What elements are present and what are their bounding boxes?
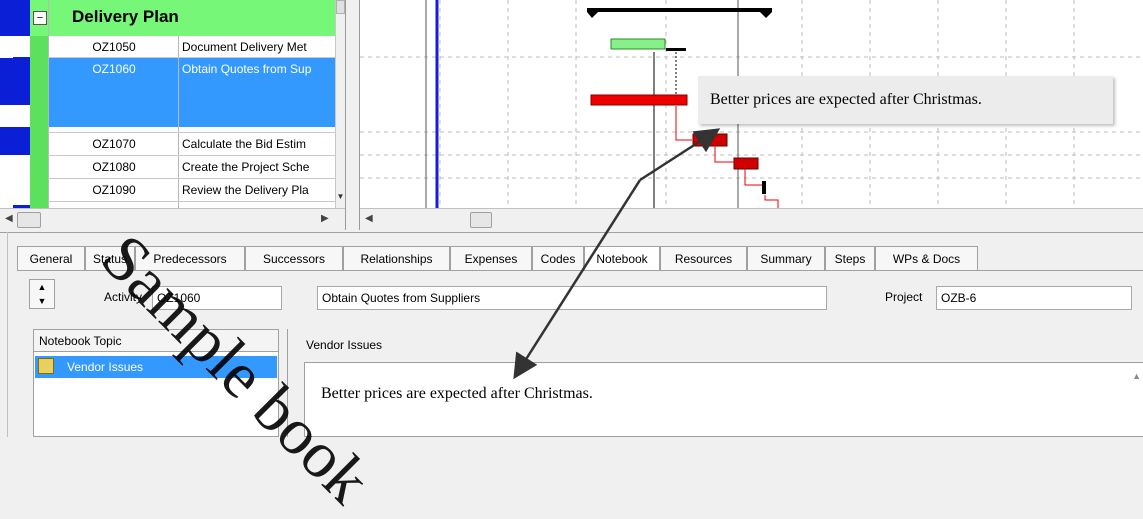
tab-steps[interactable]: Steps: [825, 246, 875, 270]
callout-note: Better prices are expected after Christm…: [698, 76, 1113, 124]
table-row[interactable]: OZ1070 Calculate the Bid Estim: [0, 133, 345, 155]
tab-codes[interactable]: Codes: [532, 246, 584, 270]
topic-label: Vendor Issues: [67, 360, 144, 374]
table-row[interactable]: OZ1090 Review the Delivery Pla: [0, 179, 345, 201]
spinner-down-icon[interactable]: ▼: [30, 294, 54, 308]
tab-general[interactable]: General: [17, 246, 85, 270]
vscroll-thumb[interactable]: [336, 0, 345, 14]
activity-table: − Delivery Plan OZ1050 Document Delivery…: [0, 0, 345, 208]
collapse-icon[interactable]: −: [33, 11, 47, 25]
milestone-oz1090: [762, 181, 766, 194]
project-label: Project: [885, 290, 923, 304]
activity-name-field[interactable]: Obtain Quotes from Suppliers: [317, 286, 827, 310]
table-row[interactable]: OZ1080 Create the Project Sche: [0, 156, 345, 178]
activity-id: OZ1060: [92, 62, 136, 76]
notebook-text: Better prices are expected after Christm…: [321, 385, 593, 402]
table-row-selected[interactable]: OZ1060 Obtain Quotes from Sup: [48, 58, 335, 127]
activity-spinner[interactable]: ▲ ▼: [29, 279, 55, 309]
scroll-left-icon[interactable]: ◀: [5, 213, 13, 224]
tab-relationships[interactable]: Relationships: [343, 246, 450, 270]
scroll-left-icon[interactable]: ◀: [365, 213, 373, 224]
notebook-topic-list[interactable]: Notebook Topic Vendor Issues: [33, 329, 279, 437]
activity-id: OZ1080: [92, 160, 136, 174]
tab-successors[interactable]: Successors: [245, 246, 343, 270]
scroll-up-icon[interactable]: ▲: [1132, 371, 1141, 381]
activity-label: Activity: [104, 290, 143, 304]
table-hscroll[interactable]: ◀ ▶: [0, 208, 345, 231]
activity-bar-oz1080: [733, 157, 759, 170]
notebook-content-pane: Vendor Issues Better prices are expected…: [287, 329, 1143, 437]
activity-bar-oz1060: [590, 94, 688, 106]
spinner-up-icon[interactable]: ▲: [30, 280, 54, 294]
table-row[interactable]: OZ1050 Document Delivery Met: [0, 36, 345, 58]
tab-resources[interactable]: Resources: [660, 246, 747, 270]
tab-status[interactable]: Status: [85, 246, 135, 270]
hscroll-thumb[interactable]: [470, 212, 492, 228]
scroll-down-icon[interactable]: ▼: [336, 192, 345, 206]
scroll-right-icon[interactable]: ▶: [321, 213, 329, 224]
activity-name: Obtain Quotes from Sup: [182, 62, 312, 76]
tab-wps-docs[interactable]: WPs & Docs: [875, 246, 978, 270]
activity-id-field[interactable]: OZ1060: [152, 286, 282, 310]
project-id-field[interactable]: OZB-6: [936, 286, 1132, 310]
tab-expenses[interactable]: Expenses: [450, 246, 532, 270]
gantt-hscroll[interactable]: ◀: [360, 208, 1143, 231]
activity-id: OZ1070: [92, 137, 136, 151]
pane-splitter[interactable]: [345, 0, 360, 230]
activity-id: OZ1090: [92, 183, 136, 197]
tab-notebook[interactable]: Notebook: [584, 246, 660, 271]
summary-bar: [587, 8, 772, 18]
content-header: Vendor Issues: [306, 338, 383, 352]
topic-list-header: Notebook Topic: [34, 330, 278, 352]
activity-name: Calculate the Bid Estim: [182, 137, 307, 151]
table-vscroll[interactable]: ▼: [335, 0, 345, 208]
activity-name: Document Delivery Met: [182, 40, 307, 54]
activity-id: OZ1050: [92, 40, 136, 54]
activity-name: Create the Project Sche: [182, 160, 310, 174]
group-row-delivery-plan[interactable]: − Delivery Plan: [30, 0, 335, 36]
notebook-icon: [38, 358, 54, 374]
group-label: Delivery Plan: [72, 7, 179, 26]
activity-bar-oz1070: [692, 133, 728, 147]
tab-summary[interactable]: Summary: [747, 246, 825, 270]
tab-predecessors[interactable]: Predecessors: [135, 246, 245, 270]
list-item[interactable]: Vendor Issues: [35, 356, 277, 378]
hscroll-thumb[interactable]: [17, 212, 41, 228]
activity-bar-oz1050: [610, 38, 666, 50]
notebook-text-area[interactable]: Better prices are expected after Christm…: [304, 362, 1143, 437]
activity-name: Review the Delivery Pla: [182, 183, 309, 197]
